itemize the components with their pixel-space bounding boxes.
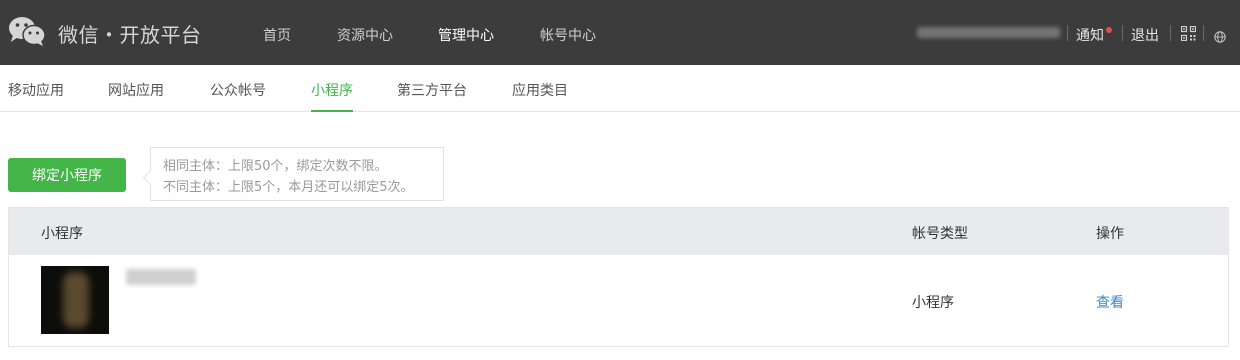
mini-program-avatar — [41, 266, 109, 334]
qrcode-icon[interactable] — [1180, 25, 1197, 45]
tab-mobile-apps[interactable]: 移动应用 — [8, 80, 64, 100]
nav-home[interactable]: 首页 — [263, 25, 291, 45]
wechat-logo-icon[interactable] — [8, 15, 46, 47]
tab-official-accounts[interactable]: 公众帐号 — [210, 80, 266, 100]
top-bar: 微信・开放平台 首页 资源中心 管理中心 帐号中心 通知 退出 — [0, 0, 1240, 65]
tip-line-same-entity: 相同主体：上限50个，绑定次数不限。 — [163, 159, 388, 174]
active-tab-indicator — [311, 110, 353, 112]
tip-line-different-entity: 不同主体：上限5个，本月还可以绑定5次。 — [163, 180, 414, 195]
header-mini-program: 小程序 — [41, 226, 83, 242]
tab-web-apps[interactable]: 网站应用 — [108, 80, 164, 100]
notice-badge — [1106, 27, 1112, 33]
divider — [1067, 25, 1068, 41]
tab-mini-programs[interactable]: 小程序 — [311, 80, 353, 100]
table-header: 小程序 帐号类型 操作 — [9, 208, 1228, 255]
view-link[interactable]: 查看 — [1096, 292, 1124, 312]
header-actions: 操作 — [1096, 226, 1124, 242]
header-account-type: 帐号类型 — [912, 226, 968, 242]
brand-title[interactable]: 微信・开放平台 — [58, 19, 202, 48]
bind-mini-program-button[interactable]: 绑定小程序 — [8, 158, 126, 192]
mini-program-name-blurred — [126, 269, 196, 285]
bind-limit-tip: 相同主体：上限50个，绑定次数不限。 不同主体：上限5个，本月还可以绑定5次。 — [150, 147, 444, 201]
sub-nav: 移动应用 网站应用 公众帐号 小程序 第三方平台 应用类目 — [0, 65, 1240, 112]
nav-management[interactable]: 管理中心 — [438, 25, 494, 45]
tab-app-categories[interactable]: 应用类目 — [512, 80, 568, 100]
nav-resources[interactable]: 资源中心 — [337, 25, 393, 45]
globe-icon[interactable] — [1214, 28, 1226, 47]
divider — [1122, 25, 1123, 41]
account-type-cell: 小程序 — [912, 295, 954, 311]
mini-program-table: 小程序 帐号类型 操作 小程序 查看 — [8, 207, 1229, 347]
tab-third-party-platform[interactable]: 第三方平台 — [397, 80, 467, 100]
user-name-blurred[interactable] — [917, 27, 1060, 38]
logout-link[interactable]: 退出 — [1131, 25, 1159, 45]
notice-link[interactable]: 通知 — [1076, 25, 1104, 45]
nav-account[interactable]: 帐号中心 — [540, 25, 596, 45]
divider — [1203, 25, 1204, 41]
divider — [1170, 25, 1171, 41]
